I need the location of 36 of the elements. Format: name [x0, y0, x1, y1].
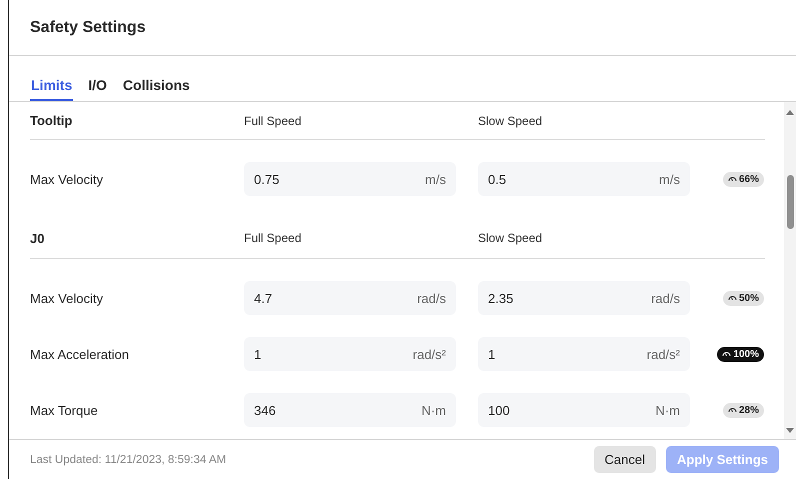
- limit-label: Max Acceleration: [30, 346, 130, 362]
- scrollbar[interactable]: [784, 102, 796, 439]
- input-field[interactable]: 0.75 m/s: [244, 162, 456, 196]
- ratio-badge: 50%: [722, 290, 764, 306]
- limit-label: Max Velocity: [30, 172, 104, 186]
- input-field[interactable]: 2.35 rad/s: [478, 281, 690, 315]
- input-field[interactable]: 4.7 rad/s: [244, 281, 456, 315]
- scroll-up-icon[interactable]: [786, 110, 794, 115]
- scroll-down-icon[interactable]: [786, 428, 794, 433]
- column-heading: Full Speed: [244, 231, 302, 245]
- tab[interactable]: Limits: [30, 77, 74, 101]
- ratio-badge: 66%: [722, 172, 764, 186]
- tab[interactable]: Collisions: [122, 77, 191, 101]
- ratio-badge: 28%: [722, 402, 764, 418]
- scroll-thumb[interactable]: [787, 175, 794, 229]
- gauge-icon: [722, 350, 732, 358]
- input-field[interactable]: 100 N·m: [478, 393, 690, 427]
- tab[interactable]: I/O: [87, 77, 108, 101]
- dialog-title: Safety Settings: [30, 18, 146, 36]
- group-title: J0: [30, 230, 46, 246]
- column-heading: Slow Speed: [478, 231, 544, 245]
- column-heading: Full Speed: [244, 114, 302, 128]
- gauge-icon: [728, 294, 737, 302]
- group-title: Tooltip: [30, 113, 74, 128]
- cancel-button[interactable]: Cancel: [594, 446, 656, 473]
- limit-label: Max Torque: [30, 402, 99, 418]
- last-updated-text: Last Updated: 11/21/2023, 8:59:34 AM: [30, 454, 226, 466]
- input-field[interactable]: 0.5 m/s: [478, 162, 690, 196]
- input-field[interactable]: 346 N·m: [244, 393, 456, 427]
- input-field[interactable]: 1 rad/s²: [478, 337, 690, 371]
- input-field[interactable]: 1 rad/s²: [244, 337, 456, 371]
- limit-label: Max Velocity: [30, 290, 104, 306]
- ratio-badge: 100%: [717, 346, 764, 362]
- gauge-icon: [728, 175, 737, 183]
- column-heading: Slow Speed: [478, 114, 544, 128]
- gauge-icon: [728, 406, 737, 414]
